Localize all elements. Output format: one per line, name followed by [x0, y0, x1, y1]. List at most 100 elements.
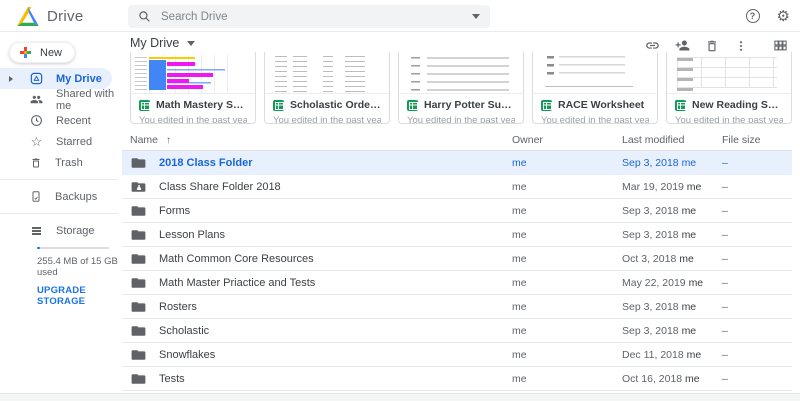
sidebar-item-storage[interactable]: Storage — [0, 220, 118, 241]
column-label: Name — [130, 134, 158, 146]
size-cell: – — [722, 301, 792, 313]
size-cell: – — [722, 349, 792, 361]
folder-icon — [131, 325, 146, 337]
quick-access-card[interactable]: RACE Worksheet You edited in the past ye… — [532, 52, 658, 124]
selection-toolbar — [645, 38, 788, 53]
folder-name: Snowflakes — [159, 349, 215, 361]
upgrade-storage-link[interactable]: UPGRADE STORAGE — [37, 285, 118, 307]
expand-arrow-icon[interactable] — [9, 76, 13, 82]
card-subtitle: You edited in the past year — [273, 115, 381, 124]
breadcrumb-caret-icon — [187, 41, 195, 46]
folder-name: Math Common Core Resources — [159, 253, 314, 265]
sidebar-divider — [0, 179, 118, 180]
quick-access-card[interactable]: Math Mastery Scores You edited in the pa… — [130, 52, 256, 124]
sheets-file-icon — [273, 100, 284, 111]
modified-cell: May 22, 2019 me — [622, 277, 722, 289]
quick-access-row: Math Mastery Scores You edited in the pa… — [130, 52, 792, 124]
search-input[interactable] — [161, 11, 472, 23]
card-thumbnail — [533, 52, 657, 94]
card-title: RACE Worksheet — [558, 99, 644, 111]
column-header-name[interactable]: Name ↑ — [122, 134, 512, 146]
drive-logo[interactable]: Drive — [17, 0, 84, 32]
search-bar[interactable] — [128, 5, 490, 28]
card-thumbnail — [265, 52, 389, 94]
sidebar-item-recent[interactable]: Recent — [0, 110, 118, 131]
owner-cell: me — [512, 253, 622, 265]
table-row[interactable]: Snowflakes me Dec 11, 2018 me – — [122, 343, 792, 367]
more-options-icon[interactable] — [734, 39, 748, 53]
owner-cell: me — [512, 349, 622, 361]
folder-name: 2018 Class Folder — [159, 157, 253, 169]
sidebar-item-label: My Drive — [56, 73, 102, 85]
search-options-caret-icon[interactable] — [472, 14, 480, 19]
table-row[interactable]: Scholastic me Sep 3, 2018 me – — [122, 319, 792, 343]
size-cell: – — [722, 325, 792, 337]
share-person-add-icon[interactable] — [675, 38, 690, 53]
top-app-bar: Drive ? ⚙ — [0, 0, 800, 32]
my-drive-icon — [30, 72, 43, 85]
folder-icon — [131, 253, 146, 265]
card-subtitle: You edited in the past year — [407, 115, 515, 124]
sheets-file-icon — [139, 100, 150, 111]
column-header-owner[interactable]: Owner — [512, 134, 622, 146]
table-row[interactable]: Rosters me Sep 3, 2018 me – — [122, 295, 792, 319]
quick-access-card[interactable]: Harry Potter Summary You edited in the p… — [398, 52, 524, 124]
column-header-size[interactable]: File size — [722, 134, 792, 146]
sheets-file-icon — [541, 100, 552, 111]
folder-name: Lesson Plans — [159, 229, 225, 241]
breadcrumb[interactable]: My Drive — [130, 36, 195, 50]
delete-icon[interactable] — [705, 39, 719, 53]
grid-view-icon[interactable] — [773, 38, 788, 53]
owner-cell: me — [512, 229, 622, 241]
new-button-label: New — [40, 47, 62, 59]
storage-meter-fill — [37, 247, 40, 249]
new-button[interactable]: New — [9, 42, 75, 63]
modified-cell: Sep 3, 2018 me — [622, 205, 722, 217]
table-row[interactable]: Tests me Oct 16, 2018 me – — [122, 367, 792, 391]
help-icon[interactable]: ? — [746, 9, 760, 23]
sort-ascending-icon: ↑ — [166, 135, 171, 146]
table-row[interactable]: Class Share Folder 2018 me Mar 19, 2019 … — [122, 175, 792, 199]
size-cell: – — [722, 373, 792, 385]
folder-icon — [131, 373, 146, 385]
column-header-modified[interactable]: Last modified — [622, 134, 722, 146]
table-row[interactable]: Math Master Priactice and Tests me May 2… — [122, 271, 792, 295]
owner-cell: me — [512, 373, 622, 385]
get-link-icon[interactable] — [645, 38, 660, 53]
sidebar-item-backups[interactable]: Backups — [0, 186, 118, 207]
sidebar-item-shared-with-me[interactable]: Shared with me — [0, 89, 118, 110]
table-row[interactable]: 2018 Class Folder me Sep 3, 2018 me – — [122, 151, 792, 175]
owner-cell: me — [512, 277, 622, 289]
quick-access-card[interactable]: New Reading Summary Templ... You edited … — [666, 52, 792, 124]
sidebar-item-my-drive[interactable]: My Drive — [0, 68, 112, 89]
table-row[interactable]: Math Common Core Resources me Oct 3, 201… — [122, 247, 792, 271]
storage-usage-text: 255.4 MB of 15 GB used — [37, 256, 118, 278]
folder-icon — [131, 229, 146, 241]
shared-with-me-icon — [30, 93, 43, 106]
folder-icon — [131, 277, 146, 289]
sidebar-item-label: Storage — [56, 225, 95, 237]
folder-name: Forms — [159, 205, 190, 217]
card-subtitle: You edited in the past year — [541, 115, 649, 124]
sidebar-item-label: Trash — [55, 157, 83, 169]
table-row[interactable]: Forms me Sep 3, 2018 me – — [122, 199, 792, 223]
modified-cell: Oct 3, 2018 me — [622, 253, 722, 265]
card-title: Scholastic Order 2018_19 — [290, 99, 381, 111]
size-cell: – — [722, 253, 792, 265]
sidebar-divider — [0, 213, 118, 214]
quick-access-card[interactable]: Scholastic Order 2018_19 You edited in t… — [264, 52, 390, 124]
table-header: Name ↑ Owner Last modified File size — [122, 130, 792, 151]
settings-gear-icon[interactable]: ⚙ — [777, 9, 790, 24]
table-row[interactable]: Lesson Plans me Sep 3, 2018 me – — [122, 223, 792, 247]
modified-cell: Dec 11, 2018 me — [622, 349, 722, 361]
sidebar-item-trash[interactable]: Trash — [0, 152, 118, 173]
shared-person-badge — [137, 185, 142, 191]
starred-star-icon: ☆ — [30, 135, 43, 148]
folder-icon — [131, 157, 146, 169]
sidebar-item-starred[interactable]: ☆ Starred — [0, 131, 118, 152]
sidebar-item-label: Recent — [56, 115, 91, 127]
trash-icon — [30, 157, 42, 169]
card-subtitle: You edited in the past year — [139, 115, 247, 124]
card-title: Harry Potter Summary — [424, 99, 515, 111]
card-thumbnail — [399, 52, 523, 94]
